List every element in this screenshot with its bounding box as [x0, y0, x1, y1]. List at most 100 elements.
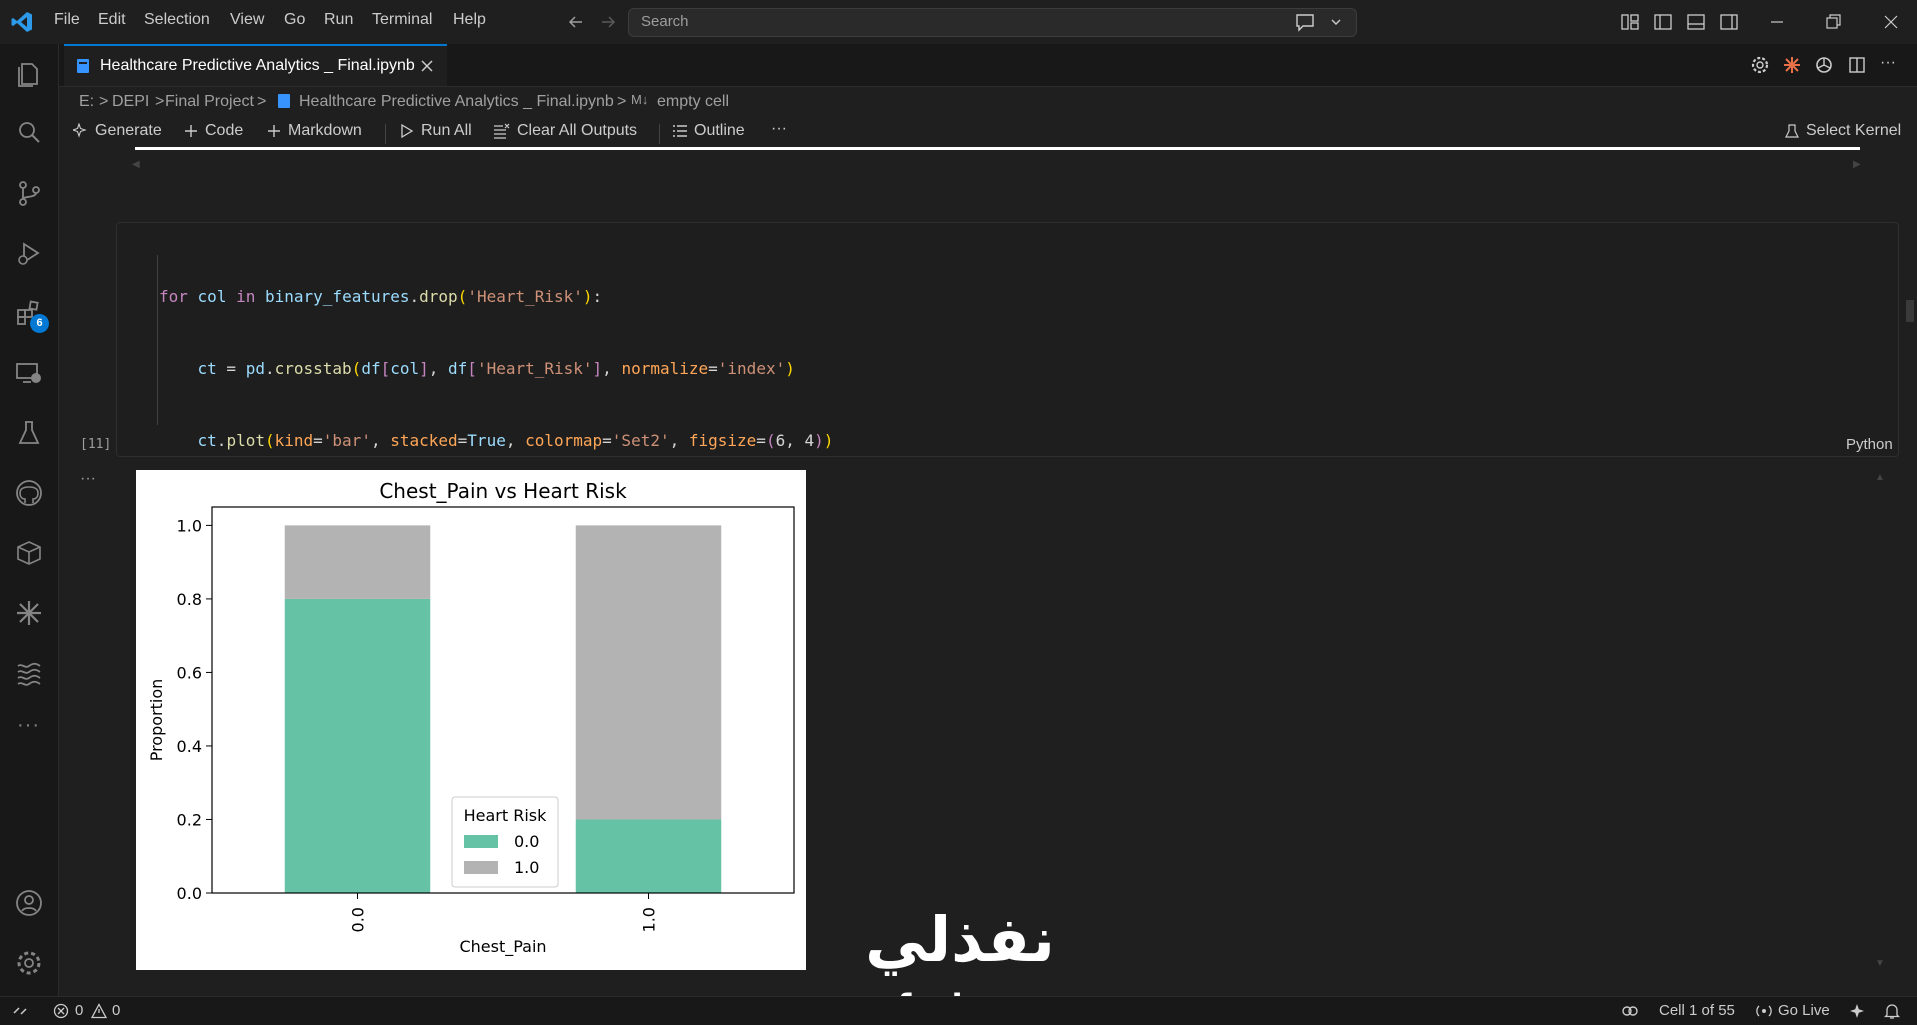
breadcrumb-folder-depi[interactable]: DEPI [112, 93, 149, 111]
outline-list-icon [673, 125, 687, 137]
menu-selection[interactable]: Selection [144, 11, 210, 29]
source-control-icon[interactable] [14, 178, 44, 208]
chevron-down-icon[interactable] [1329, 15, 1343, 29]
toolbar-divider [385, 124, 386, 144]
cell-language-label[interactable]: Python [1846, 436, 1893, 453]
legend-swatch [464, 835, 498, 848]
command-center-search[interactable]: Search [628, 8, 1357, 37]
toggle-secondary-sidebar-icon[interactable] [1719, 12, 1739, 32]
close-window-icon[interactable] [1881, 12, 1901, 32]
tab-title: Healthcare Predictive Analytics _ Final.… [100, 57, 415, 74]
warning-icon[interactable] [91, 1003, 107, 1019]
warning-count[interactable]: 0 [112, 1002, 120, 1019]
more-actions-icon[interactable]: ··· [1880, 54, 1896, 72]
menu-help[interactable]: Help [453, 11, 486, 29]
menu-terminal[interactable]: Terminal [372, 11, 432, 29]
add-code-cell-button[interactable]: Code [183, 122, 243, 140]
scroll-left-arrow-icon[interactable]: ◀ [132, 159, 140, 170]
clear-all-outputs-button[interactable]: Clear All Outputs [493, 122, 637, 140]
layers-icon[interactable] [14, 658, 44, 688]
sparkle-status-icon[interactable] [1849, 1003, 1865, 1019]
bar-segment-heart-risk-0 [575, 819, 722, 893]
menu-run[interactable]: Run [324, 11, 353, 29]
code-cell[interactable]: for col in binary_features.drop('Heart_R… [116, 222, 1899, 810]
close-tab-icon[interactable] [420, 59, 434, 73]
outline-button[interactable]: Outline [672, 122, 745, 140]
scroll-right-arrow-icon[interactable]: ▶ [1853, 159, 1861, 170]
manage-gear-icon[interactable] [14, 948, 44, 978]
y-axis-label: Proportion [147, 679, 166, 762]
run-all-label: Run All [421, 122, 472, 139]
clear-outputs-icon [494, 123, 510, 139]
run-all-button[interactable]: Run All [399, 122, 472, 140]
notifications-bell-icon[interactable] [1883, 1002, 1901, 1020]
toggle-panel-icon[interactable] [1686, 12, 1706, 32]
chart-title: Chest_Pain vs Heart Risk [379, 479, 627, 503]
go-live-button[interactable]: Go Live [1778, 1002, 1830, 1019]
broadcast-icon[interactable] [1755, 1003, 1773, 1019]
accounts-icon[interactable] [14, 888, 44, 918]
menu-go[interactable]: Go [284, 11, 305, 29]
menu-file[interactable]: File [54, 11, 80, 29]
error-icon[interactable] [53, 1003, 69, 1019]
legend-entry-label: 0.0 [514, 832, 539, 851]
toolbar-divider [659, 124, 660, 144]
breadcrumb-drive[interactable]: E: [79, 93, 94, 111]
markdown-icon: M↓ [631, 92, 649, 107]
scroll-down-arrow-icon[interactable]: ▼ [1875, 958, 1885, 969]
remote-indicator-icon[interactable] [12, 1003, 28, 1019]
scrollbar-thumb[interactable] [1906, 300, 1914, 322]
search-placeholder: Search [641, 13, 689, 30]
menu-edit[interactable]: Edit [98, 11, 126, 29]
extensions-badge: 6 [30, 314, 49, 333]
select-kernel-label: Select Kernel [1806, 122, 1902, 139]
error-count[interactable]: 0 [75, 1002, 83, 1019]
breadcrumb-folder-final-project[interactable]: Final Project [165, 93, 254, 111]
explorer-icon[interactable] [14, 58, 44, 88]
more-views-icon[interactable]: ··· [17, 714, 40, 737]
claude-icon[interactable] [1783, 56, 1801, 74]
notebook-file-icon [77, 59, 89, 73]
minimize-icon[interactable] [1767, 12, 1787, 32]
notebook-toolbar: Generate Code Markdown Run All Clear All… [59, 118, 1917, 148]
vscode-logo-icon[interactable] [10, 10, 34, 34]
forward-arrow-icon[interactable] [598, 12, 618, 32]
sparkle-icon [73, 123, 87, 138]
notebook-settings-gear-icon[interactable] [1751, 56, 1769, 74]
github-icon[interactable] [14, 478, 44, 508]
kernel-icon [1785, 124, 1799, 138]
toolbar-more-icon[interactable]: ··· [771, 120, 787, 138]
chat-icon[interactable] [1294, 12, 1316, 32]
menu-view[interactable]: View [230, 11, 264, 29]
containers-icon[interactable] [14, 538, 44, 568]
generate-button[interactable]: Generate [73, 122, 162, 140]
add-markdown-cell-button[interactable]: Markdown [266, 122, 362, 140]
restore-icon[interactable] [1823, 12, 1843, 32]
output-more-button[interactable]: ··· [80, 470, 96, 488]
toggle-primary-sidebar-icon[interactable] [1653, 12, 1673, 32]
select-kernel-button[interactable]: Select Kernel [1784, 122, 1901, 140]
claude-spark-icon[interactable] [14, 598, 44, 628]
tab-notebook[interactable]: Healthcare Predictive Analytics _ Final.… [64, 44, 447, 86]
plus-icon [185, 125, 197, 137]
stacked-bar-chart: Chest_Pain vs Heart Risk Proportion Ches… [147, 479, 795, 957]
indent-guide [157, 255, 158, 425]
split-editor-icon[interactable] [1848, 56, 1866, 74]
back-arrow-icon[interactable] [566, 12, 586, 32]
cell-output-chart: Chest_Pain vs Heart Risk Proportion Ches… [136, 470, 806, 970]
testing-flask-icon[interactable] [14, 418, 44, 448]
cell-position[interactable]: Cell 1 of 55 [1659, 1002, 1735, 1019]
breadcrumb-separator: > [617, 93, 627, 110]
run-debug-icon[interactable] [14, 238, 44, 268]
breadcrumb-file[interactable]: Healthcare Predictive Analytics _ Final.… [299, 93, 614, 111]
scroll-up-arrow-icon[interactable]: ▲ [1875, 472, 1885, 483]
status-bar: 0 0 Cell 1 of 55 Go Live [0, 996, 1917, 1025]
search-icon[interactable] [14, 118, 44, 148]
remote-explorer-icon[interactable] [14, 358, 44, 388]
breadcrumb-cell[interactable]: empty cell [657, 93, 729, 111]
customize-layout-icon[interactable] [1620, 12, 1640, 32]
clear-all-outputs-label: Clear All Outputs [517, 122, 638, 139]
openai-icon[interactable] [1815, 56, 1833, 74]
copilot-icon[interactable] [1621, 1002, 1639, 1020]
legend-entry-label: 1.0 [514, 858, 539, 877]
